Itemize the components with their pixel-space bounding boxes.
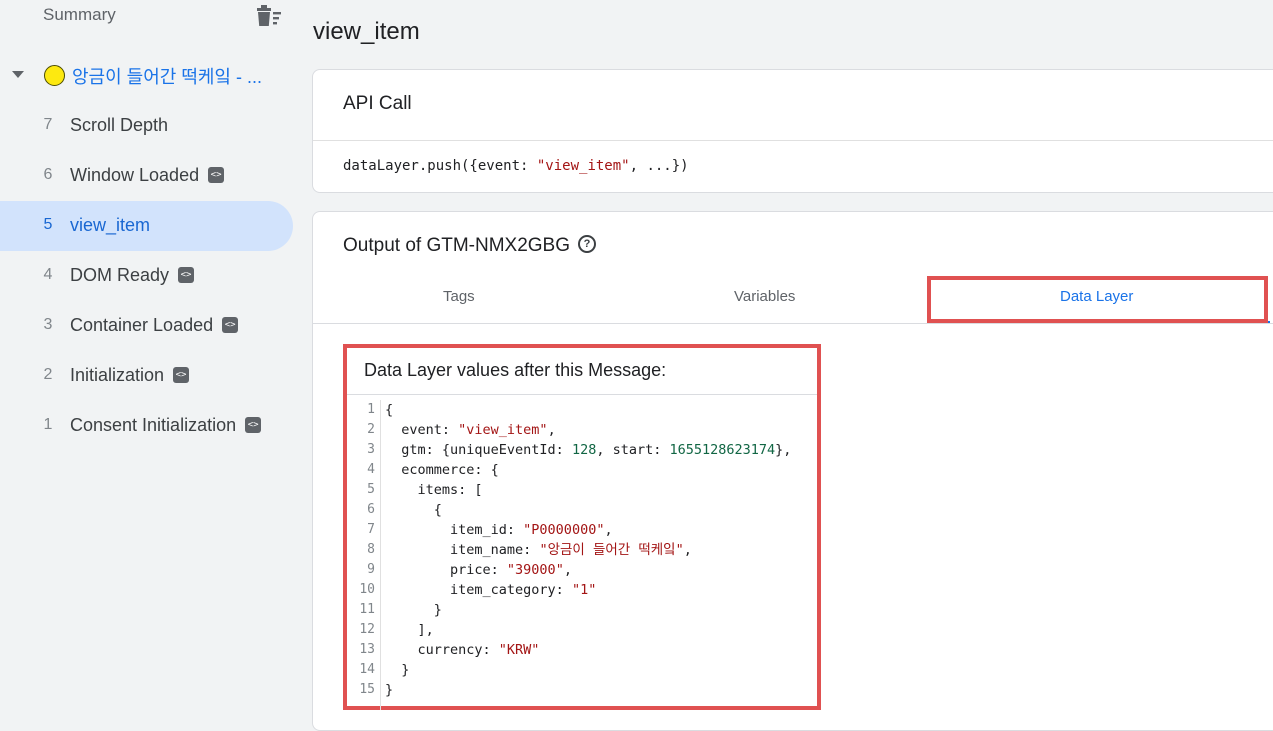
code-text: items: [: [385, 482, 483, 498]
line-number: 10: [359, 582, 375, 597]
data-layer-title: Data Layer values after this Message:: [364, 360, 667, 380]
event-number: 3: [43, 316, 53, 333]
code-line: 3 gtm: {uniqueEventId: 128, start: 16551…: [347, 440, 817, 460]
line-number: 2: [367, 422, 375, 437]
code-text: {: [385, 402, 394, 418]
data-layer-panel: Data Layer values after this Message: 1{…: [343, 344, 821, 710]
line-number: 14: [359, 662, 375, 677]
line-number: 4: [367, 462, 375, 477]
event-number: 2: [43, 366, 53, 383]
line-number: 8: [367, 542, 375, 557]
event-list: 7 Scroll Depth 6 Window Loaded <> 5 view_…: [0, 101, 300, 451]
code-icon: <>: [245, 417, 262, 434]
line-number: 11: [359, 602, 375, 617]
code-text: ecommerce: {: [385, 462, 499, 478]
code-text: item_id: "P0000000",: [385, 522, 613, 538]
event-item-initialization[interactable]: 2 Initialization <>: [0, 351, 293, 401]
code-text: currency: "KRW": [385, 642, 540, 658]
code-line: 7 item_id: "P0000000",: [347, 520, 817, 540]
divider: [347, 394, 817, 395]
event-item-view-item[interactable]: 5 view_item: [0, 201, 293, 251]
code-line: 11 }: [347, 600, 817, 620]
event-name: Initialization <>: [70, 365, 190, 386]
code-icon: <>: [208, 167, 225, 184]
api-call-card: API Call dataLayer.push({event: "view_it…: [312, 69, 1273, 193]
code-line: 5 items: [: [347, 480, 817, 500]
event-name: Consent Initialization <>: [70, 415, 262, 436]
code-line: 6 {: [347, 500, 817, 520]
page-status-dot-icon: [44, 65, 65, 86]
code-text: event: "view_item",: [385, 422, 556, 438]
code-line: 12 ],: [347, 620, 817, 640]
event-name: Container Loaded <>: [70, 315, 239, 336]
code-icon: <>: [178, 267, 195, 284]
output-card: Output of GTM-NMX2GBG? Tags Variables Da…: [312, 211, 1273, 731]
summary-link[interactable]: Summary: [43, 5, 116, 25]
code-line: 9 price: "39000",: [347, 560, 817, 580]
line-number: 6: [367, 502, 375, 517]
event-number: 6: [43, 166, 53, 183]
event-item-dom-ready[interactable]: 4 DOM Ready <>: [0, 251, 293, 301]
event-item-scroll-depth[interactable]: 7 Scroll Depth: [0, 101, 293, 151]
line-number: 9: [367, 562, 375, 577]
divider: [313, 140, 1273, 141]
api-call-header: API Call: [343, 93, 412, 114]
clear-messages-icon[interactable]: [253, 4, 283, 28]
line-number: 3: [367, 442, 375, 457]
code-line: 14 }: [347, 660, 817, 680]
line-number: 1: [367, 402, 375, 417]
event-name: DOM Ready <>: [70, 265, 195, 286]
code-text: item_name: "앙금이 들어간 떡케잌",: [385, 542, 692, 558]
event-item-window-loaded[interactable]: 6 Window Loaded <>: [0, 151, 293, 201]
line-number: 13: [359, 642, 375, 657]
event-item-container-loaded[interactable]: 3 Container Loaded <>: [0, 301, 293, 351]
event-name: Window Loaded <>: [70, 165, 225, 186]
code-line: 15}: [347, 680, 817, 700]
code-text: price: "39000",: [385, 562, 572, 578]
code-line: 2 event: "view_item",: [347, 420, 817, 440]
line-number: 7: [367, 522, 375, 537]
page-group-header[interactable]: 앙금이 들어간 떡케잌 - ...: [0, 54, 300, 96]
line-number: 12: [359, 622, 375, 637]
tab-variables[interactable]: Variables: [734, 288, 795, 305]
line-number: 15: [359, 682, 375, 697]
event-name: Scroll Depth: [70, 115, 169, 135]
code-text: }: [385, 682, 394, 698]
code-line: 4 ecommerce: {: [347, 460, 817, 480]
output-title: Output of GTM-NMX2GBG?: [343, 234, 596, 257]
event-number: 4: [43, 266, 53, 283]
sidebar: Summary 앙금이 들어간 떡케잌 - ... 7 Scroll Depth…: [0, 0, 300, 718]
event-item-consent-initialization[interactable]: 1 Consent Initialization <>: [0, 401, 293, 451]
highlight-box-tab: [927, 276, 1268, 323]
code-line: 1{: [347, 400, 817, 420]
event-number: 1: [43, 416, 53, 433]
line-number: 5: [367, 482, 375, 497]
code-text: }: [385, 662, 410, 678]
code-text: }: [385, 602, 442, 618]
caret-down-icon[interactable]: [12, 71, 24, 78]
event-name: view_item: [70, 215, 151, 235]
code-text: ],: [385, 622, 434, 638]
tab-tags[interactable]: Tags: [443, 288, 475, 305]
code-icon: <>: [173, 367, 190, 384]
help-icon[interactable]: ?: [578, 234, 596, 253]
code-line: 10 item_category: "1": [347, 580, 817, 600]
code-line: 8 item_name: "앙금이 들어간 떡케잌",: [347, 540, 817, 560]
data-layer-code: 1{2 event: "view_item", 3 gtm: {uniqueEve…: [347, 400, 817, 710]
code-text: {: [385, 502, 442, 518]
event-number: 5: [43, 216, 53, 233]
page-label[interactable]: 앙금이 들어간 떡케잌 - ...: [72, 63, 262, 89]
page-title: view_item: [313, 18, 420, 45]
code-text: gtm: {uniqueEventId: 128, start: 1655128…: [385, 442, 792, 458]
code-icon: <>: [222, 317, 239, 334]
api-call-code: dataLayer.push({event: "view_item", ...}…: [343, 158, 689, 174]
code-text: item_category: "1": [385, 582, 597, 598]
event-number: 7: [43, 116, 53, 133]
code-line: 13 currency: "KRW": [347, 640, 817, 660]
